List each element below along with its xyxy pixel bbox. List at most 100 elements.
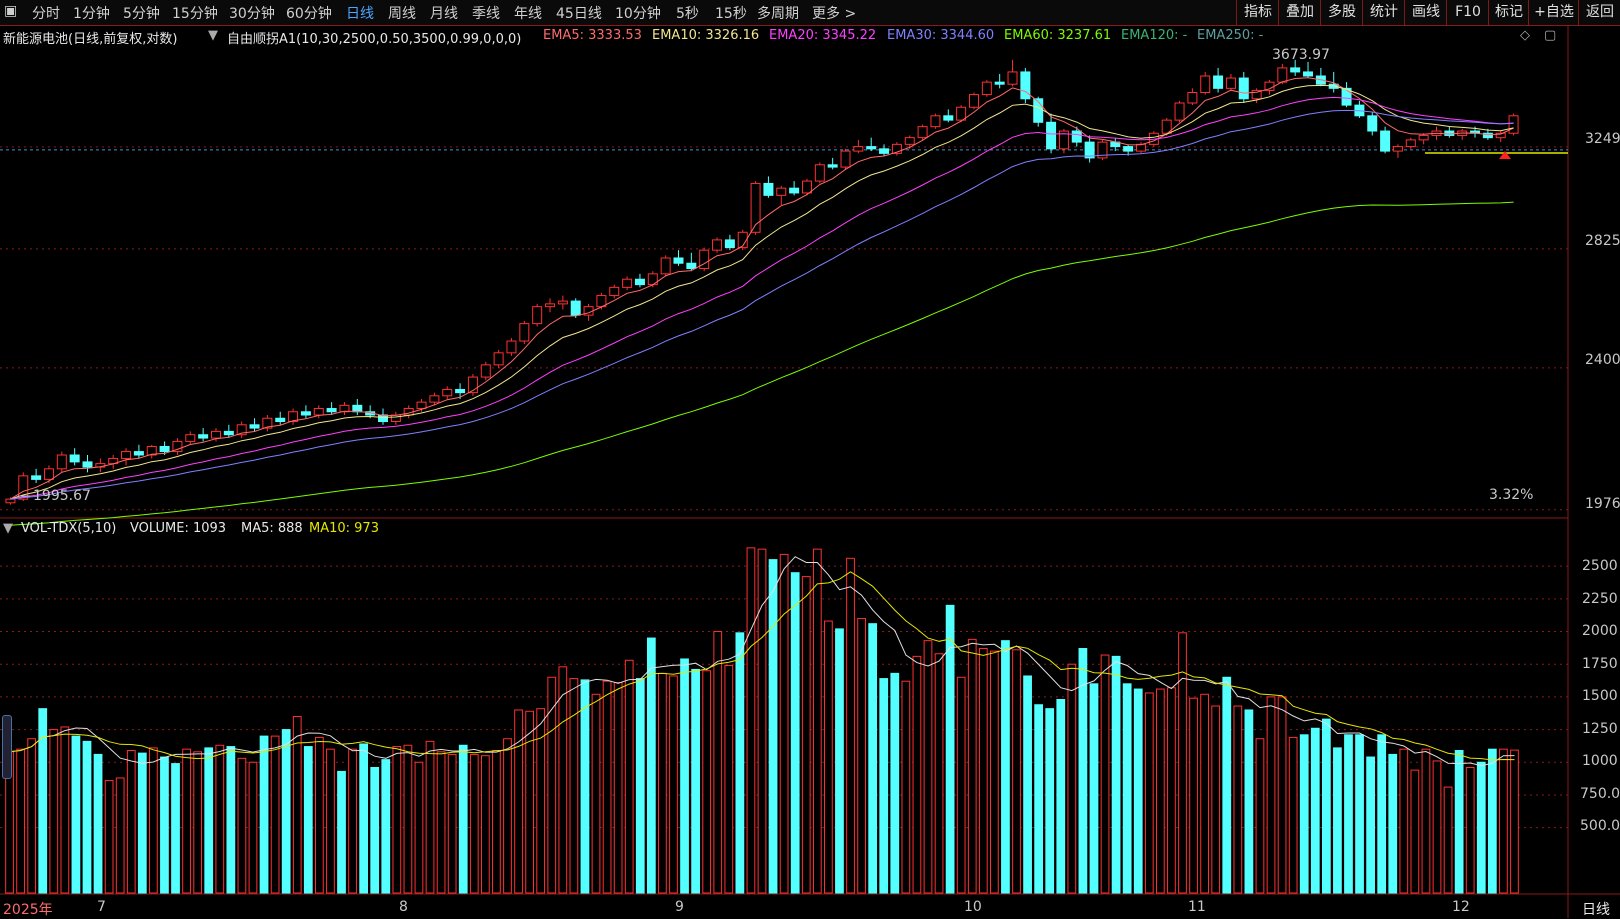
volume-bar [436, 751, 446, 894]
tab-more[interactable]: 更多 > [812, 3, 856, 23]
volume-bar [270, 735, 280, 894]
ema60-label: EMA60: 3237.61 [1004, 28, 1112, 43]
volume-bar [392, 746, 402, 894]
volume-bar [1233, 705, 1243, 894]
indicator-dropdown-icon[interactable]: ▼ [208, 28, 218, 43]
candle-body [724, 239, 735, 249]
tab-1min[interactable]: 1分钟 [73, 3, 110, 23]
candle-body [1277, 67, 1288, 83]
volume-indicator[interactable]: VOL-TDX(5,10) [21, 521, 116, 536]
candle-body [69, 454, 80, 463]
volume-bar [1012, 649, 1021, 894]
indicator-params[interactable]: 自由顺拐A1(10,30,2500,0.50,3500,0.99,0,0,0) [227, 28, 521, 47]
volume-bar [425, 740, 435, 894]
scroll-handle[interactable] [2, 715, 12, 779]
indicator-button[interactable]: 指标 [1236, 0, 1279, 25]
candle-body [455, 388, 466, 394]
add-watchlist-button[interactable]: +自选 [1528, 0, 1579, 25]
candle-body [917, 126, 928, 139]
candle-body [300, 411, 311, 416]
volume-bar [137, 752, 147, 894]
candle-body [43, 468, 54, 480]
volume-bar [1001, 640, 1010, 894]
candle-body [133, 451, 144, 456]
volume-bar [60, 726, 70, 894]
volume-bar [447, 753, 457, 894]
volume-bar [281, 729, 291, 894]
candle-body [634, 278, 645, 286]
volume-bar [104, 780, 114, 894]
tab-60min[interactable]: 60分钟 [286, 3, 332, 23]
tab-quarterly[interactable]: 季线 [472, 3, 500, 23]
candle-body [853, 146, 864, 152]
volume-bar [635, 678, 645, 894]
time-label-dec: 12 [1452, 899, 1470, 915]
volume-bar [912, 655, 922, 894]
volume-bar [514, 709, 523, 894]
tab-5min[interactable]: 5分钟 [123, 3, 160, 23]
volume-dropdown-icon[interactable]: ▼ [3, 521, 13, 536]
volume-bar [558, 666, 568, 894]
chart-canvas[interactable] [0, 0, 1620, 918]
candle-body [82, 461, 93, 468]
volume-bar [16, 748, 25, 894]
ema5-line [10, 77, 1514, 500]
volume-bar [27, 738, 37, 894]
volume-bar [835, 628, 844, 894]
volume-bar [1277, 696, 1287, 894]
volume-bar [602, 680, 612, 894]
tab-5sec[interactable]: 5秒 [676, 3, 699, 23]
time-label-sep: 9 [675, 899, 684, 915]
tab-10min[interactable]: 10分钟 [615, 3, 661, 23]
tab-15sec[interactable]: 15秒 [715, 3, 747, 23]
volume-bar [901, 680, 911, 894]
statistics-button[interactable]: 统计 [1362, 0, 1405, 25]
volume-bar [492, 749, 501, 894]
volume-bar [1410, 769, 1420, 894]
tab-30min[interactable]: 30分钟 [229, 3, 275, 23]
volume-bar [879, 678, 889, 894]
ema-lines [10, 77, 1514, 526]
volume-bar [1155, 688, 1165, 894]
tab-multi-period[interactable]: 多周期 [757, 3, 799, 23]
volume-bar [624, 659, 634, 894]
volume-bar [215, 744, 225, 894]
candle-body [840, 150, 851, 168]
menu-icon[interactable]: ▣ [4, 3, 17, 19]
mark-button[interactable]: 标记 [1488, 0, 1529, 25]
window-toggle-icon[interactable]: ▢ [1544, 28, 1556, 43]
volume-bar [613, 682, 623, 894]
candle-body [1444, 130, 1455, 136]
candle-body [275, 417, 286, 423]
back-button[interactable]: 返回 [1578, 0, 1620, 25]
volume-bar [248, 761, 258, 894]
tab-weekly[interactable]: 周线 [388, 3, 416, 23]
volume-bar [1189, 697, 1198, 894]
candle-body [198, 434, 209, 439]
ema250-label: EMA250: - [1197, 28, 1264, 43]
vol-label-1500: 1500 [1582, 688, 1618, 704]
chart-markers [18, 151, 1568, 497]
f10-button[interactable]: F10 [1446, 0, 1489, 25]
tab-fenshi[interactable]: 分时 [32, 3, 60, 23]
footer-period[interactable]: 日线 [1582, 899, 1610, 919]
candle-body [1290, 67, 1301, 73]
tab-45day[interactable]: 45日线 [556, 3, 602, 23]
volume-bar [746, 547, 756, 894]
candle-body [1187, 91, 1198, 104]
multi-stock-button[interactable]: 多股 [1320, 0, 1363, 25]
volume-bar [857, 617, 866, 894]
draw-line-button[interactable]: 画线 [1404, 0, 1447, 25]
buy-arrow-icon [1499, 151, 1511, 159]
overlay-button[interactable]: 叠加 [1278, 0, 1321, 25]
candle-body [660, 257, 671, 275]
candle-body [313, 408, 324, 416]
price-label-2825: 2825 [1585, 233, 1620, 249]
candle-body [1046, 121, 1057, 150]
tab-monthly[interactable]: 月线 [430, 3, 458, 23]
volume-bar [812, 548, 822, 894]
tab-yearly[interactable]: 年线 [514, 3, 542, 23]
tab-daily[interactable]: 日线 [346, 3, 374, 23]
diamond-icon[interactable]: ◇ [1520, 28, 1530, 43]
tab-15min[interactable]: 15分钟 [172, 3, 218, 23]
